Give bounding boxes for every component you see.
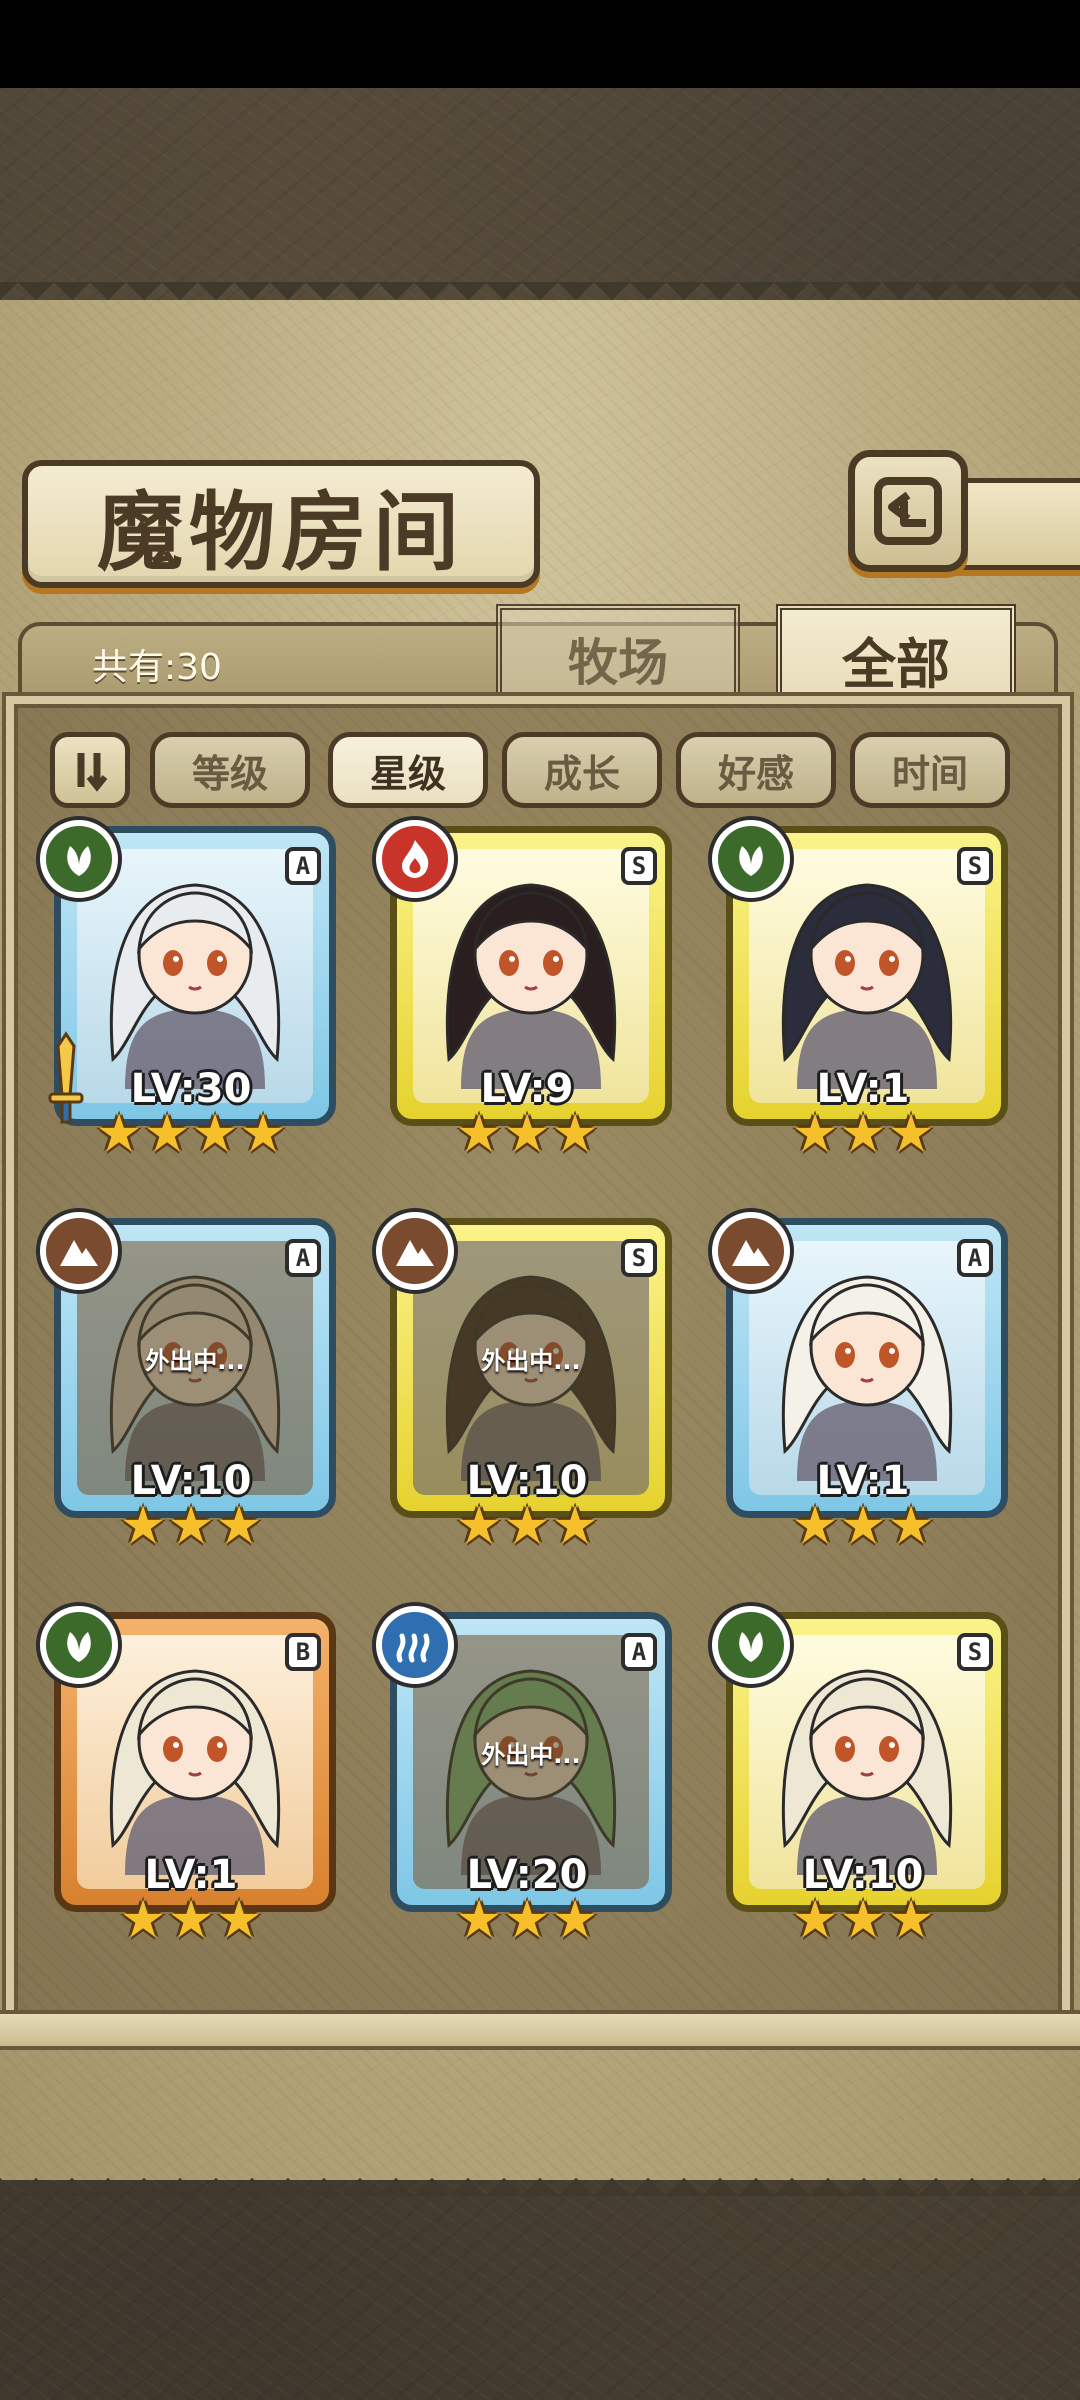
star-icon: ★ [191,1104,239,1164]
star-icon: ★ [791,1890,839,1950]
star-icon: ★ [887,1890,935,1950]
star-icon: ★ [503,1104,551,1164]
card-inner [77,849,313,1103]
sort-button-2[interactable]: 成长 [502,732,662,808]
monster-card[interactable]: 外出中... A LV:20 ★ ★ ★ [376,1606,678,1946]
sort-button-4[interactable]: 时间 [850,732,1010,808]
sort-button-0[interactable]: 等级 [150,732,310,808]
monster-card[interactable]: S LV:10 ★ ★ ★ [712,1606,1014,1946]
monster-portrait [767,1251,967,1481]
monster-level: LV:30 [130,1066,252,1112]
sort-order-toggle[interactable] [50,732,130,808]
star-icon: ★ [887,1496,935,1556]
star-rating: ★ ★ ★ [455,1890,599,1950]
star-icon: ★ [119,1496,167,1556]
out-status: 外出中... [481,1741,581,1769]
return-icon [874,477,942,545]
water-element-icon [376,1606,454,1684]
star-icon: ★ [551,1104,599,1164]
grass-element-icon [40,820,118,898]
rank-badge: A [285,1239,321,1277]
star-icon: ★ [839,1496,887,1556]
monster-card[interactable]: S LV:1 ★ ★ ★ [712,820,1014,1160]
rank-badge: S [621,1239,657,1277]
card-inner: 外出中... [413,1241,649,1495]
star-rating: ★ ★ ★ [119,1890,263,1950]
card-inner: 外出中... [413,1635,649,1889]
card-inner [749,1241,985,1495]
star-icon: ★ [119,1890,167,1950]
star-icon: ★ [95,1104,143,1164]
star-icon: ★ [887,1104,935,1164]
earth-element-icon [376,1212,454,1290]
star-icon: ★ [839,1104,887,1164]
star-icon: ★ [839,1890,887,1950]
rank-badge: S [957,1633,993,1671]
star-icon: ★ [455,1104,503,1164]
out-status: 外出中... [481,1347,581,1375]
star-icon: ★ [791,1496,839,1556]
star-icon: ★ [215,1890,263,1950]
star-icon: ★ [503,1496,551,1556]
monster-portrait [767,1645,967,1875]
rank-badge: A [957,1239,993,1277]
card-inner: 外出中... [77,1241,313,1495]
panel-footer [0,2010,1080,2050]
monster-card[interactable]: S LV:9 ★ ★ ★ [376,820,678,1160]
monster-portrait [431,859,631,1089]
sort-direction-icon [77,753,108,792]
star-icon: ★ [791,1104,839,1164]
monster-card[interactable]: 外出中... S LV:10 ★ ★ ★ [376,1212,678,1552]
star-rating: ★ ★ ★ [455,1496,599,1556]
earth-element-icon [40,1212,118,1290]
out-status: 外出中... [145,1347,245,1375]
star-icon: ★ [167,1496,215,1556]
star-rating: ★ ★ ★ [455,1104,599,1164]
monster-portrait [767,859,967,1089]
rank-badge: A [285,847,321,885]
star-icon: ★ [215,1496,263,1556]
star-rating: ★ ★ ★ ★ [95,1104,287,1164]
star-icon: ★ [551,1890,599,1950]
grass-element-icon [712,820,790,898]
page-title: 魔物房间 [97,481,465,583]
back-button[interactable] [848,450,968,572]
title-plate: 魔物房间 [22,460,540,588]
card-inner [77,1635,313,1889]
star-icon: ★ [551,1496,599,1556]
sort-button-1[interactable]: 星级 [328,732,488,808]
grass-element-icon [40,1606,118,1684]
earth-element-icon [712,1212,790,1290]
monster-card[interactable]: 外出中... A LV:10 ★ ★ ★ [40,1212,342,1552]
monster-portrait [95,1645,295,1875]
star-icon: ★ [239,1104,287,1164]
parchment-edge-bottom [0,2160,1080,2196]
sort-button-3[interactable]: 好感 [676,732,836,808]
monster-count: 共有:30 [92,647,222,688]
card-inner [749,849,985,1103]
grass-element-icon [712,1606,790,1684]
star-icon: ★ [503,1890,551,1950]
fire-element-icon [376,820,454,898]
star-rating: ★ ★ ★ [791,1496,935,1556]
star-rating: ★ ★ ★ [119,1496,263,1556]
star-rating: ★ ★ ★ [791,1890,935,1950]
rank-badge: A [621,1633,657,1671]
monster-portrait [95,859,295,1089]
monster-card[interactable]: A LV:1 ★ ★ ★ [712,1212,1014,1552]
rank-badge: S [621,847,657,885]
star-icon: ★ [143,1104,191,1164]
star-rating: ★ ★ ★ [791,1104,935,1164]
monster-card[interactable]: B LV:1 ★ ★ ★ [40,1606,342,1946]
status-bar [0,0,1080,88]
card-inner [413,849,649,1103]
star-icon: ★ [167,1890,215,1950]
monster-card[interactable]: A LV:30 ★ ★ ★ ★ [40,820,342,1160]
rank-badge: B [285,1633,321,1671]
star-icon: ★ [455,1496,503,1556]
card-inner [749,1635,985,1889]
star-icon: ★ [455,1890,503,1950]
parchment-edge-top [0,282,1080,318]
rank-badge: S [957,847,993,885]
